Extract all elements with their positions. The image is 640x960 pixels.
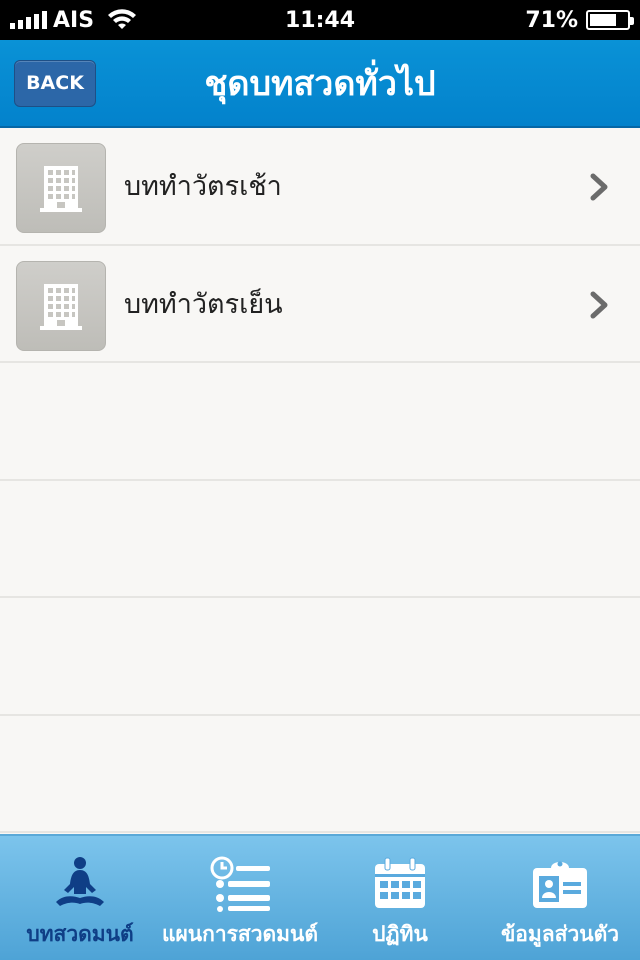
back-button[interactable]: BACK: [14, 60, 96, 107]
tab-label: ปฏิทิน: [372, 922, 428, 946]
calendar-icon: [375, 857, 425, 908]
battery-fill: [590, 14, 616, 26]
row-thumbnail: [16, 260, 106, 351]
profile-card-icon: [533, 861, 587, 908]
battery-status: 71%: [525, 7, 634, 33]
carrier-name: AIS: [53, 7, 95, 33]
tab-label: แผนการสวดมนต์: [161, 922, 319, 946]
prayer-list: บททำวัตรเช้า บททำวัตรเย็น: [0, 128, 640, 834]
building-icon: [40, 283, 82, 330]
meditation-icon: [56, 857, 104, 906]
building-icon: [40, 166, 82, 212]
status-bar: AIS 11:44 71%: [0, 0, 640, 40]
tab-prayers[interactable]: บทสวดมนต์: [0, 836, 160, 960]
empty-list-row: [0, 715, 640, 833]
page-title: ชุดบทสวดทั่วไป: [204, 64, 436, 104]
empty-list-row: [0, 598, 640, 716]
battery-icon: [586, 10, 634, 30]
empty-list-row: [0, 480, 640, 598]
chevron-right-icon: [590, 173, 608, 201]
list-item[interactable]: บททำวัตรเช้า: [0, 128, 640, 246]
wifi-icon: [108, 9, 137, 29]
tab-bar: บทสวดมนต์ แผนการสวดมนต์ ปฏิทิน ข้อมูลส่ว…: [0, 834, 640, 960]
tab-label: บทสวดมนต์: [26, 922, 134, 946]
list-item-label: บททำวัตรเย็น: [124, 288, 283, 320]
schedule-list-icon: [210, 856, 270, 912]
list-item[interactable]: บททำวัตรเย็น: [0, 245, 640, 363]
tab-profile[interactable]: ข้อมูลส่วนตัว: [480, 836, 640, 960]
empty-list-row: [0, 363, 640, 481]
list-item-label: บททำวัตรเช้า: [124, 171, 282, 202]
signal-strength-icon: [10, 11, 47, 29]
tab-calendar[interactable]: ปฏิทิน: [320, 836, 480, 960]
navigation-bar: BACK ชุดบทสวดทั่วไป: [0, 40, 640, 128]
tab-label: ข้อมูลส่วนตัว: [500, 922, 620, 946]
chevron-right-icon: [590, 291, 608, 318]
row-thumbnail: [16, 143, 106, 233]
battery-percent: 71%: [525, 7, 578, 33]
tab-prayer-plan[interactable]: แผนการสวดมนต์: [160, 836, 320, 960]
